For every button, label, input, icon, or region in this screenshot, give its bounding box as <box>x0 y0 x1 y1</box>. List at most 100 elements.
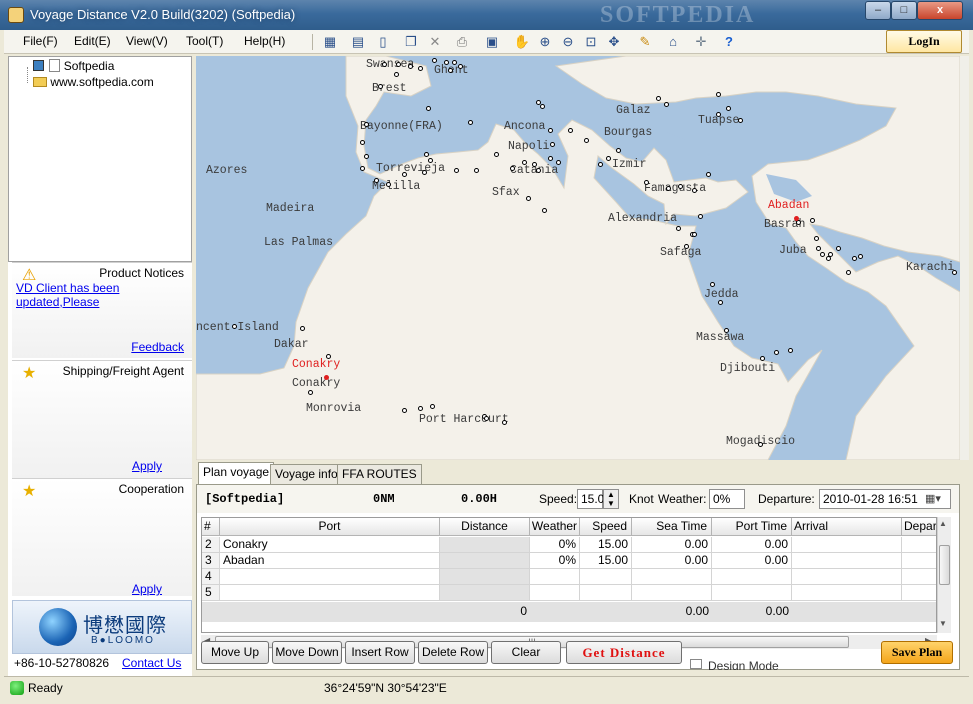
map-port-label[interactable]: Madeira <box>266 202 314 215</box>
cooperation-apply-link[interactable]: Apply <box>132 582 162 596</box>
port-marker[interactable] <box>378 84 383 89</box>
port-marker[interactable] <box>738 118 743 123</box>
map-port-label[interactable]: Bayonne(FRA) <box>360 120 443 133</box>
menu-tool[interactable]: Tool(T) <box>186 34 223 48</box>
port-marker[interactable] <box>550 142 555 147</box>
port-marker[interactable] <box>418 66 423 71</box>
port-marker[interactable] <box>664 102 669 107</box>
map-port-label[interactable]: Las Palmas <box>264 236 333 249</box>
move-down-button[interactable]: Move Down <box>272 641 342 664</box>
port-marker[interactable] <box>308 390 313 395</box>
menu-view[interactable]: View(V) <box>126 34 168 48</box>
map-port-label[interactable]: Azores <box>206 164 247 177</box>
port-marker[interactable] <box>710 282 715 287</box>
print-icon[interactable]: ⎙ <box>453 33 471 51</box>
port-marker[interactable] <box>852 256 857 261</box>
checkbox-icon[interactable] <box>33 60 44 71</box>
grid-cell-speed[interactable] <box>580 585 632 601</box>
port-marker[interactable] <box>360 140 365 145</box>
tab-plan-voyage[interactable]: Plan voyage <box>198 462 275 484</box>
port-marker[interactable] <box>548 156 553 161</box>
port-marker[interactable] <box>858 254 863 259</box>
port-marker[interactable] <box>428 158 433 163</box>
port-marker[interactable] <box>828 252 833 257</box>
port-marker[interactable] <box>422 170 427 175</box>
grid-header-speed[interactable]: Speed <box>580 518 632 536</box>
ruler-icon[interactable]: ✎ <box>636 33 654 51</box>
grid-cell-sea-time[interactable]: 0.00 <box>632 553 712 569</box>
port-marker[interactable] <box>656 96 661 101</box>
map-port-label[interactable]: Izmir <box>612 158 647 171</box>
port-marker[interactable] <box>424 152 429 157</box>
selected-port-marker[interactable] <box>794 216 799 221</box>
port-marker[interactable] <box>522 160 527 165</box>
crosshair-icon[interactable]: ✛ <box>692 33 710 51</box>
port-marker[interactable] <box>364 154 369 159</box>
weather-input[interactable]: 0% <box>709 489 745 509</box>
map-port-label[interactable]: Monrovia <box>306 402 361 415</box>
menu-edit[interactable]: Edit(E) <box>74 34 111 48</box>
menu-help[interactable]: Help(H) <box>244 34 285 48</box>
port-marker[interactable] <box>448 68 453 73</box>
grid-cell-port[interactable]: Abadan <box>220 553 440 569</box>
map-port-label[interactable]: Bourgas <box>604 126 652 139</box>
grid-cell-port-time[interactable]: 0.00 <box>712 553 792 569</box>
port-marker[interactable] <box>616 148 621 153</box>
menu-file[interactable]: File(F) <box>23 34 58 48</box>
grid-cell-sea-time[interactable] <box>632 569 712 585</box>
grid-cell-port-time[interactable]: 0.00 <box>712 537 792 553</box>
grid-cell-departure[interactable] <box>902 553 936 569</box>
grid-cell-arrival[interactable] <box>792 585 902 601</box>
zoom-in-icon[interactable]: ⊕ <box>536 33 554 51</box>
grid-cell-sea-time[interactable] <box>632 585 712 601</box>
port-marker[interactable] <box>374 178 379 183</box>
port-marker[interactable] <box>426 106 431 111</box>
speed-input[interactable]: 15.0 <box>577 489 604 509</box>
port-marker[interactable] <box>396 62 401 67</box>
voyage-map[interactable]: SwanseaGhentBrestBayonne(FRA)GalazTuapse… <box>196 56 960 460</box>
port-marker[interactable] <box>360 166 365 171</box>
grid-header-port-time[interactable]: Port Time <box>712 518 792 536</box>
scroll-up-icon[interactable]: ▲ <box>939 519 947 528</box>
grid-cell-sea-time[interactable]: 0.00 <box>632 537 712 553</box>
design-mode-checkbox[interactable] <box>690 659 702 669</box>
port-marker[interactable] <box>430 404 435 409</box>
grid-header-arrival[interactable]: Arrival <box>792 518 902 536</box>
map-port-label[interactable]: Brest <box>372 82 407 95</box>
grid-header-sea-time[interactable]: Sea Time <box>632 518 712 536</box>
port-marker[interactable] <box>394 72 399 77</box>
port-marker[interactable] <box>666 186 671 191</box>
grid-cell-port[interactable] <box>220 569 440 585</box>
tab-voyage-info[interactable]: Voyage info <box>270 464 343 484</box>
port-marker[interactable] <box>788 348 793 353</box>
port-marker[interactable] <box>724 328 729 333</box>
port-marker[interactable] <box>382 62 387 67</box>
port-marker[interactable] <box>716 112 721 117</box>
port-marker[interactable] <box>814 236 819 241</box>
maximize-button[interactable]: □ <box>891 1 917 20</box>
map-port-label[interactable]: Abadan <box>768 199 809 212</box>
port-marker[interactable] <box>810 218 815 223</box>
grid-cell-speed[interactable]: 15.00 <box>580 537 632 553</box>
grid-cell-departure[interactable] <box>902 569 936 585</box>
calendar-dropdown-icon[interactable]: ▦▾ <box>925 492 941 505</box>
grid-cell-port-time[interactable] <box>712 585 792 601</box>
map-port-label[interactable]: Ancona <box>504 120 545 133</box>
port-marker[interactable] <box>386 182 391 187</box>
grid-cell-weather[interactable] <box>530 569 580 585</box>
grid-cell-port[interactable]: Conakry <box>220 537 440 553</box>
port-marker[interactable] <box>606 156 611 161</box>
map-port-label[interactable]: Djibouti <box>720 362 775 375</box>
map-port-label[interactable]: Port Harcourt <box>419 413 509 426</box>
port-marker[interactable] <box>418 406 423 411</box>
port-marker[interactable] <box>484 416 489 421</box>
port-marker[interactable] <box>644 180 649 185</box>
map-port-label[interactable]: Juba <box>779 244 807 257</box>
port-marker[interactable] <box>502 420 507 425</box>
scroll-down-icon[interactable]: ▼ <box>939 619 947 628</box>
tree-item-root[interactable]: Softpedia <box>33 59 114 75</box>
port-marker[interactable] <box>402 408 407 413</box>
port-marker[interactable] <box>300 326 305 331</box>
port-marker[interactable] <box>402 172 407 177</box>
delete-row-button[interactable]: Delete Row <box>418 641 488 664</box>
